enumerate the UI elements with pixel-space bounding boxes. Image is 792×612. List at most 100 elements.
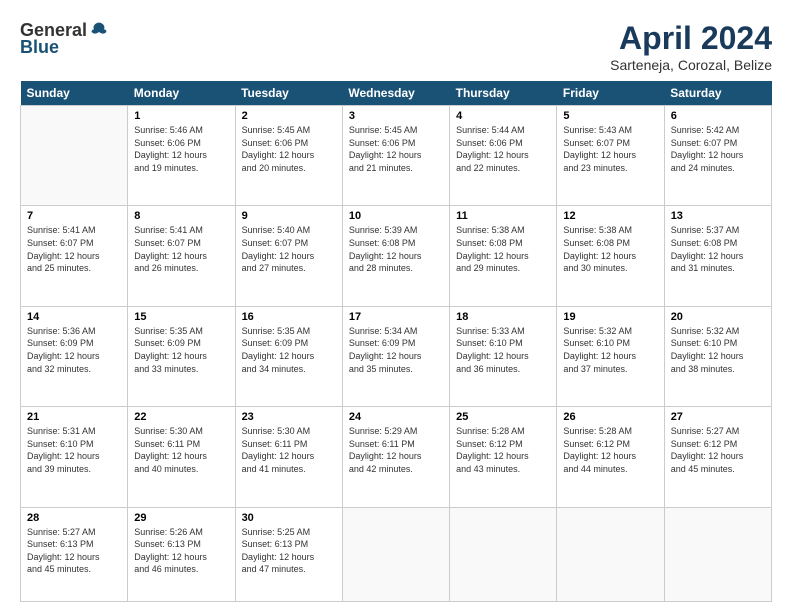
day-cell: 26 Sunrise: 5:28 AM Sunset: 6:12 PM Dayli…	[557, 407, 664, 507]
day-number: 4	[456, 110, 550, 122]
main-title: April 2024	[610, 20, 772, 57]
day-cell: 1 Sunrise: 5:46 AM Sunset: 6:06 PM Daylig…	[128, 106, 235, 206]
col-monday: Monday	[128, 81, 235, 106]
day-info: Sunrise: 5:45 AM Sunset: 6:06 PM Dayligh…	[349, 124, 443, 174]
day-cell: 28Sunrise: 5:27 AM Sunset: 6:13 PM Dayli…	[21, 507, 128, 602]
day-info: Sunrise: 5:29 AM Sunset: 6:11 PM Dayligh…	[349, 425, 443, 475]
day-cell: 15Sunrise: 5:35 AM Sunset: 6:09 PM Dayli…	[128, 306, 235, 406]
day-number: 29	[134, 512, 228, 524]
day-cell	[450, 507, 557, 602]
day-number: 8	[134, 210, 228, 222]
table-header: Sunday Monday Tuesday Wednesday Thursday…	[21, 81, 772, 106]
day-number: 13	[671, 210, 765, 222]
day-number: 22	[134, 411, 228, 423]
col-sunday: Sunday	[21, 81, 128, 106]
col-wednesday: Wednesday	[342, 81, 449, 106]
day-cell: 8 Sunrise: 5:41 AM Sunset: 6:07 PM Daylig…	[128, 206, 235, 306]
day-cell: 29 Sunrise: 5:26 AM Sunset: 6:13 PM Dayli…	[128, 507, 235, 602]
day-cell: 6 Sunrise: 5:42 AM Sunset: 6:07 PM Daylig…	[664, 106, 771, 206]
col-tuesday: Tuesday	[235, 81, 342, 106]
col-friday: Friday	[557, 81, 664, 106]
day-cell: 7 Sunrise: 5:41 AM Sunset: 6:07 PM Daylig…	[21, 206, 128, 306]
day-info: Sunrise: 5:34 AM Sunset: 6:09 PM Dayligh…	[349, 325, 443, 375]
logo: General Blue	[20, 20, 109, 58]
day-info: Sunrise: 5:28 AM Sunset: 6:12 PM Dayligh…	[563, 425, 657, 475]
week-row-1: 7 Sunrise: 5:41 AM Sunset: 6:07 PM Daylig…	[21, 206, 772, 306]
day-cell	[664, 507, 771, 602]
day-info: Sunrise: 5:30 AM Sunset: 6:11 PM Dayligh…	[242, 425, 336, 475]
day-number: 27	[671, 411, 765, 423]
day-info: Sunrise: 5:27 AM Sunset: 6:12 PM Dayligh…	[671, 425, 765, 475]
day-number: 20	[671, 311, 765, 323]
day-info: Sunrise: 5:33 AM Sunset: 6:10 PM Dayligh…	[456, 325, 550, 375]
page: General Blue April 2024 Sarteneja, Coroz…	[0, 0, 792, 612]
week-row-2: 14 Sunrise: 5:36 AM Sunset: 6:09 PM Dayli…	[21, 306, 772, 406]
day-info: Sunrise: 5:38 AM Sunset: 6:08 PM Dayligh…	[563, 224, 657, 274]
day-number: 21	[27, 411, 121, 423]
logo-bird-icon	[89, 21, 109, 41]
day-info: Sunrise: 5:36 AM Sunset: 6:09 PM Dayligh…	[27, 325, 121, 375]
header: General Blue April 2024 Sarteneja, Coroz…	[20, 20, 772, 73]
calendar-table: Sunday Monday Tuesday Wednesday Thursday…	[20, 81, 772, 602]
day-cell: 25Sunrise: 5:28 AM Sunset: 6:12 PM Dayli…	[450, 407, 557, 507]
day-number: 19	[563, 311, 657, 323]
col-saturday: Saturday	[664, 81, 771, 106]
day-number: 2	[242, 110, 336, 122]
day-info: Sunrise: 5:41 AM Sunset: 6:07 PM Dayligh…	[27, 224, 121, 274]
day-number: 14	[27, 311, 121, 323]
day-number: 11	[456, 210, 550, 222]
day-cell: 9Sunrise: 5:40 AM Sunset: 6:07 PM Daylig…	[235, 206, 342, 306]
day-info: Sunrise: 5:45 AM Sunset: 6:06 PM Dayligh…	[242, 124, 336, 174]
day-info: Sunrise: 5:37 AM Sunset: 6:08 PM Dayligh…	[671, 224, 765, 274]
day-cell: 18Sunrise: 5:33 AM Sunset: 6:10 PM Dayli…	[450, 306, 557, 406]
day-info: Sunrise: 5:26 AM Sunset: 6:13 PM Dayligh…	[134, 526, 228, 576]
day-number: 30	[242, 512, 336, 524]
day-number: 7	[27, 210, 121, 222]
header-row: Sunday Monday Tuesday Wednesday Thursday…	[21, 81, 772, 106]
day-number: 24	[349, 411, 443, 423]
day-info: Sunrise: 5:38 AM Sunset: 6:08 PM Dayligh…	[456, 224, 550, 274]
day-info: Sunrise: 5:35 AM Sunset: 6:09 PM Dayligh…	[242, 325, 336, 375]
day-number: 23	[242, 411, 336, 423]
day-info: Sunrise: 5:39 AM Sunset: 6:08 PM Dayligh…	[349, 224, 443, 274]
day-cell: 27 Sunrise: 5:27 AM Sunset: 6:12 PM Dayli…	[664, 407, 771, 507]
day-info: Sunrise: 5:43 AM Sunset: 6:07 PM Dayligh…	[563, 124, 657, 174]
week-row-4: 28Sunrise: 5:27 AM Sunset: 6:13 PM Dayli…	[21, 507, 772, 602]
day-info: Sunrise: 5:32 AM Sunset: 6:10 PM Dayligh…	[563, 325, 657, 375]
day-number: 26	[563, 411, 657, 423]
day-cell: 23 Sunrise: 5:30 AM Sunset: 6:11 PM Dayli…	[235, 407, 342, 507]
day-cell: 16 Sunrise: 5:35 AM Sunset: 6:09 PM Dayli…	[235, 306, 342, 406]
day-info: Sunrise: 5:25 AM Sunset: 6:13 PM Dayligh…	[242, 526, 336, 576]
week-row-3: 21 Sunrise: 5:31 AM Sunset: 6:10 PM Dayli…	[21, 407, 772, 507]
subtitle: Sarteneja, Corozal, Belize	[610, 57, 772, 73]
day-number: 10	[349, 210, 443, 222]
day-info: Sunrise: 5:35 AM Sunset: 6:09 PM Dayligh…	[134, 325, 228, 375]
day-number: 1	[134, 110, 228, 122]
day-info: Sunrise: 5:41 AM Sunset: 6:07 PM Dayligh…	[134, 224, 228, 274]
day-cell	[557, 507, 664, 602]
day-number: 12	[563, 210, 657, 222]
day-info: Sunrise: 5:28 AM Sunset: 6:12 PM Dayligh…	[456, 425, 550, 475]
col-thursday: Thursday	[450, 81, 557, 106]
day-number: 6	[671, 110, 765, 122]
day-cell	[342, 507, 449, 602]
week-row-0: 1 Sunrise: 5:46 AM Sunset: 6:06 PM Daylig…	[21, 106, 772, 206]
title-section: April 2024 Sarteneja, Corozal, Belize	[610, 20, 772, 73]
day-cell: 21 Sunrise: 5:31 AM Sunset: 6:10 PM Dayli…	[21, 407, 128, 507]
day-cell: 20Sunrise: 5:32 AM Sunset: 6:10 PM Dayli…	[664, 306, 771, 406]
day-cell: 14 Sunrise: 5:36 AM Sunset: 6:09 PM Dayli…	[21, 306, 128, 406]
day-cell: 22 Sunrise: 5:30 AM Sunset: 6:11 PM Dayli…	[128, 407, 235, 507]
day-cell: 19 Sunrise: 5:32 AM Sunset: 6:10 PM Dayli…	[557, 306, 664, 406]
day-info: Sunrise: 5:46 AM Sunset: 6:06 PM Dayligh…	[134, 124, 228, 174]
logo-blue-text: Blue	[20, 37, 59, 58]
day-number: 9	[242, 210, 336, 222]
day-info: Sunrise: 5:31 AM Sunset: 6:10 PM Dayligh…	[27, 425, 121, 475]
table-body: 1 Sunrise: 5:46 AM Sunset: 6:06 PM Daylig…	[21, 106, 772, 602]
day-cell: 24 Sunrise: 5:29 AM Sunset: 6:11 PM Dayli…	[342, 407, 449, 507]
day-info: Sunrise: 5:30 AM Sunset: 6:11 PM Dayligh…	[134, 425, 228, 475]
day-cell	[21, 106, 128, 206]
day-info: Sunrise: 5:42 AM Sunset: 6:07 PM Dayligh…	[671, 124, 765, 174]
day-cell: 12 Sunrise: 5:38 AM Sunset: 6:08 PM Dayli…	[557, 206, 664, 306]
day-cell: 4Sunrise: 5:44 AM Sunset: 6:06 PM Daylig…	[450, 106, 557, 206]
day-number: 16	[242, 311, 336, 323]
